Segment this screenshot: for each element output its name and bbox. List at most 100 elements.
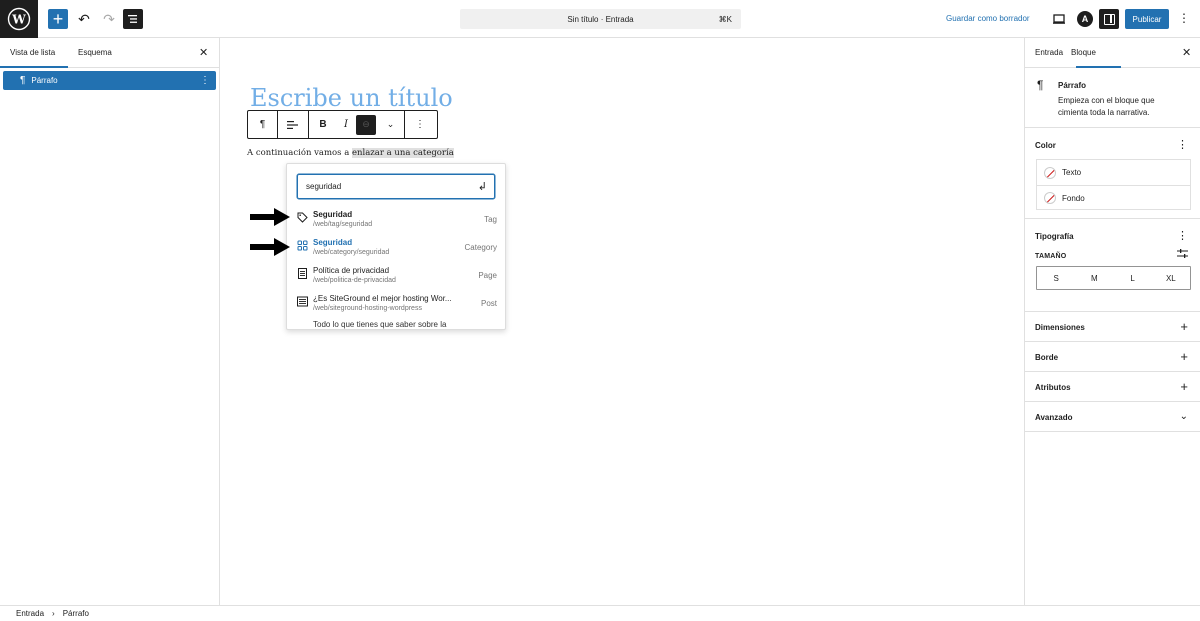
advanced-panel[interactable]: Avanzado ⌄ [1025, 402, 1200, 432]
add-block-button[interactable]: + [48, 9, 68, 29]
list-view-panel: Vista de lista Esquema ✕ ¶ Párrafo ⋮ [0, 38, 220, 605]
color-panel: Color ⋮ Texto Fondo [1025, 128, 1200, 219]
result-type: Page [478, 271, 497, 280]
list-item[interactable]: Seguridad /web/tag/seguridad Tag [287, 207, 505, 235]
size-label: TAMAÑO [1035, 253, 1067, 260]
plus-icon[interactable]: + [1180, 319, 1188, 334]
link-search-input[interactable]: seguridad ↲ [297, 174, 495, 199]
post-title-input[interactable]: Escribe un título [250, 84, 453, 112]
result-type: Category [464, 243, 497, 252]
custom-size-icon[interactable] [1177, 249, 1188, 261]
left-panel-tabs: Vista de lista Esquema ✕ [0, 38, 219, 68]
block-options-icon[interactable]: ⋮ [405, 111, 435, 138]
color-background-option[interactable]: Fondo [1037, 185, 1190, 210]
link-icon[interactable]: ⊖ [356, 114, 376, 135]
breadcrumb-item[interactable]: Párrafo [63, 609, 89, 618]
color-options: Texto Fondo [1036, 159, 1191, 210]
section-title: Color [1035, 141, 1056, 150]
block-name: Párrafo [1058, 81, 1087, 90]
options-icon[interactable]: ⋮ [1177, 229, 1188, 242]
bold-icon[interactable]: B [309, 111, 337, 138]
paragraph-text: A continuación vamos a [247, 148, 352, 158]
chevron-down-icon[interactable]: ⌄ [1180, 411, 1188, 422]
submit-link-icon[interactable]: ↲ [478, 180, 487, 193]
paragraph-icon[interactable]: ¶ [248, 111, 278, 138]
list-view-button[interactable] [123, 9, 143, 29]
chevron-right-icon: › [52, 609, 55, 618]
result-url: /web/politica-de-privacidad [313, 277, 396, 284]
section-title: Atributos [1035, 383, 1071, 392]
astra-icon[interactable]: A [1077, 11, 1093, 27]
selected-text: enlazar a una categoría [352, 148, 454, 158]
settings-toggle-button[interactable] [1099, 9, 1119, 29]
plus-icon[interactable]: + [1180, 349, 1188, 364]
publish-button[interactable]: Publicar [1125, 9, 1169, 29]
result-title: Seguridad [313, 238, 353, 247]
typography-panel: Tipografía ⋮ TAMAÑO S M L XL [1025, 219, 1200, 312]
tab-block[interactable]: Bloque [1071, 48, 1096, 57]
save-draft-button[interactable]: Guardar como borrador [946, 14, 1030, 23]
paragraph-icon: ¶ [20, 75, 26, 86]
undo-icon[interactable]: ↶ [74, 9, 94, 29]
tab-list-view[interactable]: Vista de lista [10, 48, 55, 57]
border-panel[interactable]: Borde + [1025, 342, 1200, 372]
category-icon [297, 240, 308, 254]
color-label: Texto [1062, 168, 1082, 177]
breadcrumb-item[interactable]: Entrada [16, 609, 44, 618]
chevron-down-icon[interactable]: ⌄ [377, 111, 405, 138]
active-tab-indicator [0, 66, 68, 68]
dimensions-panel[interactable]: Dimensiones + [1025, 312, 1200, 342]
size-option[interactable]: L [1114, 267, 1152, 289]
wordpress-logo-icon[interactable]: W [0, 0, 38, 38]
breadcrumb: Entrada › Párrafo [0, 605, 1200, 621]
result-type: Tag [484, 215, 497, 224]
list-item[interactable]: Política de privacidad /web/politica-de-… [287, 263, 505, 291]
section-title: Avanzado [1035, 413, 1073, 422]
align-icon[interactable] [278, 111, 309, 138]
link-button-wrap: ⊖ [355, 111, 377, 138]
editor-canvas: Escribe un título ¶ B I ⊖ ⌄ ⋮ A continua… [220, 38, 1024, 605]
preview-icon[interactable] [1052, 12, 1066, 26]
italic-icon[interactable]: I [337, 111, 355, 138]
result-url: /web/tag/seguridad [313, 221, 373, 228]
swatch-icon [1044, 192, 1056, 204]
paragraph-block[interactable]: A continuación vamos a enlazar a una cat… [247, 148, 454, 158]
result-title: Política de privacidad [313, 266, 390, 275]
redo-icon[interactable]: ↷ [99, 9, 119, 29]
more-options-icon[interactable]: ⋮ [1178, 11, 1190, 25]
svg-text:W: W [11, 13, 26, 27]
page-icon [297, 268, 308, 282]
list-item-label: Párrafo [31, 76, 58, 85]
list-item[interactable]: ¶ Párrafo ⋮ [3, 71, 216, 90]
document-title: Sin título · Entrada [567, 14, 634, 24]
paragraph-icon: ¶ [1037, 78, 1044, 92]
result-title: ¿Es SiteGround el mejor hosting Wor... [313, 294, 452, 303]
size-option[interactable]: M [1075, 267, 1113, 289]
link-control-popover: seguridad ↲ Seguridad /web/tag/seguridad… [286, 163, 506, 330]
size-option[interactable]: XL [1152, 267, 1190, 289]
close-icon[interactable]: ✕ [1182, 46, 1191, 59]
link-search-value: seguridad [306, 182, 342, 191]
result-title: Seguridad [313, 210, 353, 219]
plus-icon[interactable]: + [1180, 379, 1188, 394]
list-item[interactable]: Todo lo que tienes que saber sobre la [287, 303, 505, 329]
block-description: Empieza con el bloque que cimienta toda … [1058, 96, 1155, 117]
arrow-icon [250, 208, 290, 226]
command-center[interactable]: Sin título · Entrada ⌘K [460, 9, 741, 29]
tab-outline[interactable]: Esquema [78, 48, 112, 57]
result-url: /web/category/seguridad [313, 249, 390, 256]
tag-icon [297, 212, 308, 226]
list-item[interactable]: Seguridad /web/category/seguridad Catego… [287, 235, 505, 263]
swatch-icon [1044, 166, 1056, 179]
block-toolbar: ¶ B I ⊖ ⌄ ⋮ [247, 110, 438, 139]
attributes-panel[interactable]: Atributos + [1025, 372, 1200, 402]
color-text-option[interactable]: Texto [1037, 160, 1190, 185]
options-icon[interactable]: ⋮ [200, 75, 210, 86]
tab-post[interactable]: Entrada [1035, 48, 1063, 57]
close-icon[interactable]: ✕ [199, 46, 208, 59]
settings-tabs: Entrada Bloque ✕ [1025, 38, 1200, 68]
size-option[interactable]: S [1037, 267, 1075, 289]
shortcut-hint: ⌘K [718, 14, 732, 24]
font-size-picker: S M L XL [1036, 266, 1191, 290]
options-icon[interactable]: ⋮ [1177, 138, 1188, 151]
